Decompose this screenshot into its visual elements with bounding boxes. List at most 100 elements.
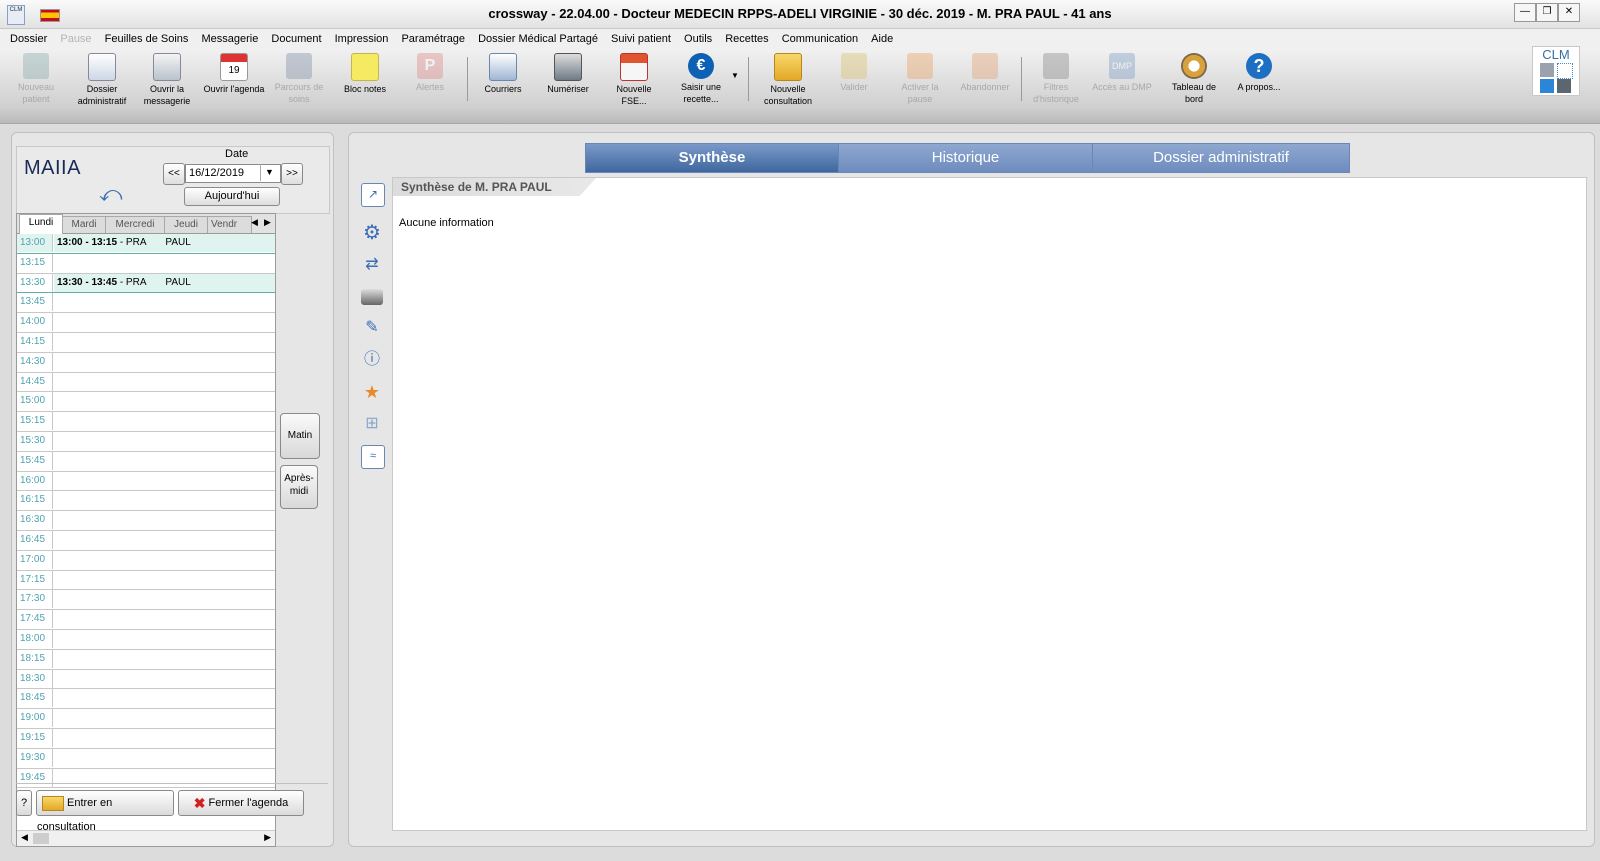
- scan-button[interactable]: Numériser: [537, 53, 599, 95]
- today-button[interactable]: Aujourd'hui: [184, 187, 280, 206]
- admin-folder-button[interactable]: Dossier administratif: [71, 53, 133, 107]
- menu-suivi-patient[interactable]: Suivi patient: [606, 29, 676, 49]
- gear-icon[interactable]: ⚙: [361, 222, 383, 244]
- close-agenda-button[interactable]: ✖ Fermer l'agenda: [178, 790, 304, 816]
- close-button[interactable]: ✕: [1558, 3, 1580, 22]
- tab-synthese[interactable]: Synthèse: [585, 143, 839, 173]
- time-slot[interactable]: 16:15: [17, 491, 275, 512]
- syringe-icon[interactable]: ✎: [361, 317, 383, 339]
- time-slot[interactable]: 17:45: [17, 610, 275, 630]
- time-slot[interactable]: 15:15: [17, 412, 275, 432]
- tab-vendredi[interactable]: Vendr: [207, 216, 252, 233]
- letters-button[interactable]: Courriers: [472, 53, 534, 95]
- receipt-dropdown-arrow-icon[interactable]: ▼: [731, 71, 739, 80]
- empty-slot[interactable]: [54, 749, 275, 767]
- time-slot[interactable]: 17:30: [17, 590, 275, 611]
- restore-button[interactable]: ❐: [1536, 3, 1558, 22]
- scroll-right-icon[interactable]: ▶: [264, 832, 271, 843]
- tab-mardi[interactable]: Mardi: [62, 216, 106, 233]
- empty-slot[interactable]: [54, 392, 275, 410]
- tab-dossier-administratif[interactable]: Dossier administratif: [1092, 143, 1350, 173]
- time-slot[interactable]: 13:15: [17, 253, 275, 274]
- time-slot[interactable]: 15:00: [17, 392, 275, 413]
- empty-slot[interactable]: [54, 531, 275, 549]
- menu-impression[interactable]: Impression: [330, 29, 394, 49]
- star-favorites-icon[interactable]: ★: [361, 381, 383, 403]
- enter-receipt-button[interactable]: € Saisir une recette...: [670, 53, 732, 105]
- menu-communication[interactable]: Communication: [777, 29, 863, 49]
- menu-dmp[interactable]: Dossier Médical Partagé: [473, 29, 603, 49]
- time-slot[interactable]: 19:15: [17, 728, 275, 749]
- time-slot[interactable]: 13:30 13:30 - 13:45 - PRA PAUL: [17, 273, 275, 294]
- dashboard-button[interactable]: Tableau de bord: [1163, 53, 1225, 105]
- chevron-down-icon[interactable]: ▼: [260, 164, 278, 181]
- appointment[interactable]: 13:00 - 13:15 - PRA PAUL: [54, 234, 275, 252]
- open-agenda-button[interactable]: 19 Ouvrir l'agenda: [203, 53, 265, 95]
- notepad-button[interactable]: Bloc notes: [334, 53, 396, 95]
- empty-slot[interactable]: [54, 610, 275, 628]
- about-button[interactable]: ? A propos...: [1228, 53, 1290, 93]
- time-slot[interactable]: 15:30: [17, 431, 275, 452]
- prev-date-button[interactable]: <<: [163, 163, 185, 185]
- menu-document[interactable]: Document: [266, 29, 326, 49]
- afternoon-button[interactable]: Après-midi: [280, 465, 318, 509]
- time-slot[interactable]: 18:15: [17, 649, 275, 670]
- time-slot[interactable]: 14:45: [17, 372, 275, 393]
- empty-slot[interactable]: [54, 293, 275, 311]
- minimize-button[interactable]: —: [1514, 3, 1536, 22]
- time-slot[interactable]: 14:15: [17, 332, 275, 353]
- empty-slot[interactable]: [54, 630, 275, 648]
- time-slot[interactable]: 18:30: [17, 669, 275, 690]
- next-date-button[interactable]: >>: [281, 163, 303, 185]
- menu-dossier[interactable]: Dossier: [5, 29, 52, 49]
- empty-slot[interactable]: [54, 670, 275, 688]
- transfer-icon[interactable]: ⇄: [361, 254, 383, 276]
- empty-slot[interactable]: [54, 689, 275, 707]
- time-slot[interactable]: 19:45: [17, 768, 275, 789]
- scroll-left-icon[interactable]: ◀: [21, 832, 28, 843]
- time-slot[interactable]: 19:30: [17, 748, 275, 769]
- time-slot[interactable]: 14:30: [17, 352, 275, 373]
- tab-historique[interactable]: Historique: [838, 143, 1093, 173]
- empty-slot[interactable]: [54, 373, 275, 391]
- empty-slot[interactable]: [54, 511, 275, 529]
- time-slot[interactable]: 15:45: [17, 451, 275, 472]
- tree-list-icon[interactable]: ⊞: [361, 413, 383, 435]
- time-slot[interactable]: 16:30: [17, 511, 275, 531]
- empty-slot[interactable]: [54, 571, 275, 589]
- menu-parametrage[interactable]: Paramétrage: [396, 29, 470, 49]
- undo-icon[interactable]: ⤺: [99, 183, 123, 205]
- menu-feuilles-de-soins[interactable]: Feuilles de Soins: [100, 29, 194, 49]
- appointment[interactable]: 13:30 - 13:45 - PRA PAUL: [54, 273, 275, 292]
- tab-lundi[interactable]: Lundi: [19, 214, 63, 234]
- time-slot[interactable]: 16:45: [17, 530, 275, 551]
- enter-consultation-button[interactable]: Entrer en consultation: [36, 790, 174, 833]
- empty-slot[interactable]: [54, 590, 275, 608]
- open-mail-button[interactable]: Ouvrir la messagerie: [136, 53, 198, 107]
- tab-jeudi[interactable]: Jeudi: [164, 216, 208, 233]
- empty-slot[interactable]: [54, 650, 275, 668]
- tab-mercredi[interactable]: Mercredi: [105, 216, 165, 233]
- empty-slot[interactable]: [54, 432, 275, 450]
- new-fse-button[interactable]: Nouvelle FSE...: [603, 53, 665, 107]
- menu-recettes[interactable]: Recettes: [720, 29, 773, 49]
- empty-slot[interactable]: [54, 313, 275, 331]
- time-slot[interactable]: 14:00: [17, 313, 275, 333]
- empty-slot[interactable]: [54, 254, 275, 272]
- time-slot[interactable]: 18:00: [17, 629, 275, 650]
- time-slot[interactable]: 19:00: [17, 709, 275, 729]
- empty-slot[interactable]: [54, 353, 275, 371]
- time-slot[interactable]: 18:45: [17, 689, 275, 710]
- menu-aide[interactable]: Aide: [866, 29, 898, 49]
- time-slot[interactable]: 16:00: [17, 471, 275, 492]
- empty-slot[interactable]: [54, 709, 275, 727]
- expand-icon[interactable]: ↗: [361, 183, 385, 207]
- help-button[interactable]: ?: [16, 790, 32, 816]
- menu-messagerie[interactable]: Messagerie: [196, 29, 263, 49]
- info-document-icon[interactable]: ⓘ: [361, 349, 383, 371]
- chart-sheet-icon[interactable]: ≈: [361, 445, 385, 469]
- tab-scroll-right-icon[interactable]: ▶: [264, 217, 271, 228]
- time-slot[interactable]: 17:00: [17, 550, 275, 571]
- printer-icon[interactable]: [361, 289, 383, 305]
- empty-slot[interactable]: [54, 491, 275, 509]
